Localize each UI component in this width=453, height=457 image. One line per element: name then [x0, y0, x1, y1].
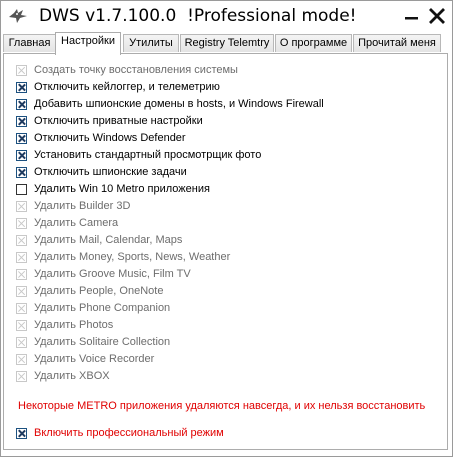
- checkbox-checked-icon[interactable]: [16, 115, 27, 127]
- option-label: Удалить Groove Music, Film TV: [34, 268, 191, 280]
- tab-registry-telemetry[interactable]: Registry Telemtry: [180, 34, 274, 52]
- option-row: Удалить Solitaire Collection: [16, 334, 170, 350]
- option-label: Удалить Camera: [34, 217, 119, 229]
- app-window: DWS v1.7.100.0 !Professional mode! Главн…: [0, 0, 453, 457]
- checkbox-checked-icon[interactable]: [16, 166, 27, 178]
- option-label: Удалить People, OneNote: [34, 285, 164, 297]
- checkbox-disabled-icon: [16, 285, 27, 297]
- option-row: Удалить Voice Recorder: [16, 351, 154, 367]
- option-row: Удалить XBOX: [16, 368, 110, 384]
- option-row[interactable]: Отключить Windows Defender: [16, 130, 186, 146]
- checkbox-disabled-icon: [16, 64, 27, 76]
- pro-mode-label: Включить профессиональный режим: [34, 427, 224, 439]
- option-label: Отключить шпионские задачи: [34, 166, 187, 178]
- checkbox-checked-icon[interactable]: [16, 149, 27, 161]
- checkbox-disabled-icon: [16, 336, 27, 348]
- checkbox-checked-icon[interactable]: [16, 427, 27, 439]
- option-label: Удалить Builder 3D: [34, 200, 131, 212]
- option-label: Удалить Photos: [34, 319, 114, 331]
- title-bar[interactable]: DWS v1.7.100.0 !Professional mode!: [1, 1, 452, 31]
- tab-settings[interactable]: Настройки: [55, 32, 121, 55]
- checkbox-checked-icon[interactable]: [16, 81, 27, 93]
- tab-about[interactable]: О программе: [275, 34, 352, 52]
- option-label: Удалить Money, Sports, News, Weather: [34, 251, 231, 263]
- option-label: Отключить приватные настройки: [34, 115, 203, 127]
- checkbox-disabled-icon: [16, 200, 27, 212]
- option-label: Удалить Win 10 Metro приложения: [34, 183, 210, 195]
- checkbox-disabled-icon: [16, 302, 27, 314]
- option-row[interactable]: Отключить кейлоггер, и телеметрию: [16, 79, 220, 95]
- option-row: Удалить Money, Sports, News, Weather: [16, 249, 230, 265]
- option-row: Удалить Phone Companion: [16, 300, 170, 316]
- option-label: Отключить кейлоггер, и телеметрию: [34, 81, 220, 93]
- checkbox-disabled-icon: [16, 268, 27, 280]
- checkbox-disabled-icon: [16, 319, 27, 331]
- option-label: Удалить Phone Companion: [34, 302, 171, 314]
- option-label: Удалить Mail, Calendar, Maps: [34, 234, 183, 246]
- tab-main[interactable]: Главная: [3, 34, 56, 52]
- checkbox-disabled-icon: [16, 217, 27, 229]
- checkbox-disabled-icon: [16, 353, 27, 365]
- checkbox-unchecked-icon[interactable]: [16, 183, 27, 195]
- minimize-icon[interactable]: [403, 6, 421, 26]
- tab-utilities[interactable]: Утилиты: [123, 34, 179, 52]
- bird-logo-icon: [8, 7, 28, 25]
- tab-readme[interactable]: Прочитай меня: [353, 34, 441, 52]
- option-row: Удалить Camera: [16, 215, 118, 231]
- window-title: DWS v1.7.100.0 !Professional mode!: [39, 6, 357, 26]
- close-icon[interactable]: [427, 6, 447, 26]
- option-row[interactable]: Отключить шпионские задачи: [16, 164, 187, 180]
- warning-text: Некоторые METRO приложения удаляются нав…: [18, 400, 426, 412]
- option-row: Удалить Photos: [16, 317, 113, 333]
- checkbox-disabled-icon: [16, 234, 27, 246]
- option-label: Удалить XBOX: [34, 370, 110, 382]
- option-row: Создать точку восстановления системы: [16, 62, 238, 78]
- option-row[interactable]: Установить стандартный просмотрщик фото: [16, 147, 261, 163]
- option-row[interactable]: Добавить шпионские домены в hosts, и Win…: [16, 96, 324, 112]
- pro-mode-checkbox[interactable]: Включить профессиональный режим: [16, 425, 224, 441]
- checkbox-disabled-icon: [16, 370, 27, 382]
- option-label: Отключить Windows Defender: [34, 132, 186, 144]
- option-label: Удалить Solitaire Collection: [34, 336, 171, 348]
- tab-bar: Главная Настройки Утилиты Registry Telem…: [1, 32, 452, 55]
- option-row[interactable]: Удалить Win 10 Metro приложения: [16, 181, 210, 197]
- option-row[interactable]: Отключить приватные настройки: [16, 113, 203, 129]
- option-row: Удалить Mail, Calendar, Maps: [16, 232, 182, 248]
- option-label: Создать точку восстановления системы: [34, 64, 238, 76]
- option-row: Удалить Builder 3D: [16, 198, 130, 214]
- checkbox-disabled-icon: [16, 251, 27, 263]
- option-label: Удалить Voice Recorder: [34, 353, 155, 365]
- settings-panel: Создать точку восстановления системы Откл…: [3, 53, 448, 450]
- option-row: Удалить People, OneNote: [16, 283, 163, 299]
- checkbox-checked-icon[interactable]: [16, 98, 27, 110]
- checkbox-checked-icon[interactable]: [16, 132, 27, 144]
- option-label: Установить стандартный просмотрщик фото: [34, 149, 262, 161]
- option-label: Добавить шпионские домены в hosts, и Win…: [34, 98, 324, 110]
- option-row: Удалить Groove Music, Film TV: [16, 266, 191, 282]
